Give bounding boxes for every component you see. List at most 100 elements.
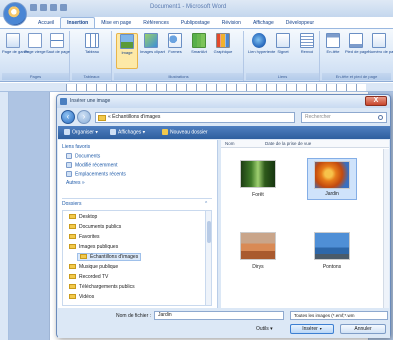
tab-references[interactable]: Références xyxy=(137,18,175,28)
dialog-title: Insérer une image xyxy=(70,98,111,104)
page-break-icon xyxy=(50,33,64,48)
search-icon xyxy=(378,115,383,120)
blank-page-button[interactable]: Page vierge xyxy=(24,33,46,54)
chart-icon xyxy=(216,33,230,48)
customize-qat-icon[interactable] xyxy=(60,4,67,11)
cross-reference-icon xyxy=(300,33,314,48)
chart-button[interactable]: Graphique xyxy=(212,33,234,54)
group-illustrations: Image Images clipart Formes SmartArt Gra… xyxy=(114,31,244,81)
group-liens: Lien hypertexte Signet Renvoi Liens xyxy=(246,31,320,81)
file-type-select[interactable]: Toutes les images (*.emf;*.wm xyxy=(290,311,388,320)
tree-item-videos[interactable]: Vidéos xyxy=(69,294,94,300)
image-icon xyxy=(60,98,67,105)
shapes-icon xyxy=(168,33,182,48)
tab-affichage[interactable]: Affichage xyxy=(247,18,280,28)
file-item-forest[interactable]: Forêt xyxy=(233,160,283,198)
redo-icon[interactable] xyxy=(50,4,57,11)
smartart-button[interactable]: SmartArt xyxy=(188,33,210,54)
group-entete: En-tête Pied de page Numéro de page En-t… xyxy=(322,31,393,81)
folder-icon xyxy=(98,115,106,121)
file-list-scrollbar[interactable] xyxy=(383,149,389,308)
shapes-button[interactable]: Formes xyxy=(164,33,186,54)
column-date-taken[interactable]: Date de la prise de vue xyxy=(265,141,311,146)
tab-publipostage[interactable]: Publipostage xyxy=(175,18,216,28)
file-item-garden[interactable]: Jardin xyxy=(307,158,357,200)
hyperlink-button[interactable]: Lien hypertexte xyxy=(248,33,275,54)
favorite-documents[interactable]: Documents xyxy=(66,153,100,159)
tab-mise-en-page[interactable]: Mise en page xyxy=(95,18,137,28)
tree-scroll-thumb[interactable] xyxy=(207,221,211,243)
tab-accueil[interactable]: Accueil xyxy=(32,18,60,28)
folder-icon xyxy=(80,254,87,260)
office-button[interactable] xyxy=(3,2,27,26)
tab-developpeur[interactable]: Développeur xyxy=(280,18,320,28)
tools-menu[interactable]: Outils ▾ xyxy=(256,326,273,332)
folders-header[interactable]: Dossiers xyxy=(62,201,81,207)
forward-button[interactable]: › xyxy=(77,110,91,124)
bookmark-button[interactable]: Signet xyxy=(272,33,294,54)
organize-button[interactable]: Organiser ▾ xyxy=(64,129,98,135)
recent-places-icon xyxy=(66,171,72,177)
horizontal-ruler[interactable] xyxy=(0,83,393,92)
filename-input[interactable]: Jardin xyxy=(154,311,284,320)
address-path: « Échantillons d'images xyxy=(108,114,161,120)
close-button[interactable]: X xyxy=(365,96,387,106)
column-name[interactable]: Nom xyxy=(225,141,235,146)
back-button[interactable]: ‹ xyxy=(61,110,75,124)
dialog-title-bar[interactable]: Insérer une image X xyxy=(57,95,390,108)
blank-page-icon xyxy=(28,33,42,48)
views-button[interactable]: Affichages ▾ xyxy=(110,129,145,135)
tree-item-public-documents[interactable]: Documents publics xyxy=(69,224,121,230)
address-bar[interactable]: « Échantillons d'images xyxy=(95,112,295,123)
insert-button[interactable]: Insérer ▾ xyxy=(290,324,334,334)
tree-item-public-images[interactable]: Images publiques xyxy=(69,244,118,250)
vertical-ruler[interactable] xyxy=(0,92,9,340)
favorite-recent[interactable]: Modifié récemment xyxy=(66,162,118,168)
favorite-recent-places[interactable]: Emplacements récents xyxy=(66,171,126,177)
cancel-button[interactable]: Annuler xyxy=(340,324,386,334)
new-folder-button[interactable]: Nouveau dossier xyxy=(162,129,208,135)
image-button[interactable]: Image xyxy=(116,33,138,69)
header-button[interactable]: En-tête xyxy=(322,33,344,54)
tree-item-recorded-tv[interactable]: Recorded TV xyxy=(69,274,108,280)
page-break-button[interactable]: Saut de page xyxy=(46,33,70,54)
title-bar: Document1 - Microsoft Word xyxy=(0,0,393,17)
table-icon xyxy=(85,33,99,48)
file-item-dirys[interactable]: Dirys xyxy=(233,232,283,270)
footer-icon xyxy=(349,33,363,48)
save-icon[interactable] xyxy=(30,4,37,11)
hyperlink-icon xyxy=(252,33,266,48)
cross-reference-button[interactable]: Renvoi xyxy=(296,33,318,54)
dialog-toolbar: Organiser ▾ Affichages ▾ Nouveau dossier xyxy=(58,126,390,139)
tab-revision[interactable]: Révision xyxy=(216,18,247,28)
tree-item-desktop[interactable]: Desktop xyxy=(69,214,97,220)
tree-item-public-downloads[interactable]: Téléchargements publics xyxy=(69,284,135,290)
undo-icon[interactable] xyxy=(40,4,47,11)
chevron-up-icon[interactable]: ⌃ xyxy=(204,201,208,207)
table-button[interactable]: Tableau xyxy=(81,33,103,54)
tree-item-public-music[interactable]: Musique publique xyxy=(69,264,118,270)
tree-item-sample-images[interactable]: Échantillons d'images xyxy=(77,253,142,261)
tree-scrollbar[interactable] xyxy=(205,211,211,305)
ribbon-tabs: Accueil Insertion Mise en page Référence… xyxy=(32,17,320,28)
chevron-down-icon: ▾ xyxy=(270,326,273,332)
forest-thumbnail xyxy=(240,160,276,188)
favorites-header: Liens favoris xyxy=(62,144,91,150)
recent-icon xyxy=(66,162,72,168)
tab-insertion[interactable]: Insertion xyxy=(60,17,96,28)
footer-button[interactable]: Pied de page xyxy=(345,33,369,54)
garden-thumbnail xyxy=(314,161,350,189)
more-link[interactable]: Autres » xyxy=(66,180,85,186)
window-title: Document1 - Microsoft Word xyxy=(150,4,227,10)
page-number-button[interactable]: Numéro de page xyxy=(368,33,393,54)
navigation-pane: Liens favoris Documents Modifié récemmen… xyxy=(58,140,218,308)
clipart-button[interactable]: Images clipart xyxy=(140,33,165,54)
dialog-footer: Nom de fichier : Jardin Toutes les image… xyxy=(58,308,390,338)
search-input[interactable]: Rechercher xyxy=(301,112,387,123)
smartart-icon xyxy=(192,33,206,48)
header-icon xyxy=(326,33,340,48)
cover-page-button[interactable]: Page de garde xyxy=(2,33,28,54)
file-item-pontons[interactable]: Pontons xyxy=(307,232,357,270)
file-list: Nom Date de la prise de vue Forêt Jardin… xyxy=(221,140,389,308)
tree-item-favorites[interactable]: Favorites xyxy=(69,234,100,240)
